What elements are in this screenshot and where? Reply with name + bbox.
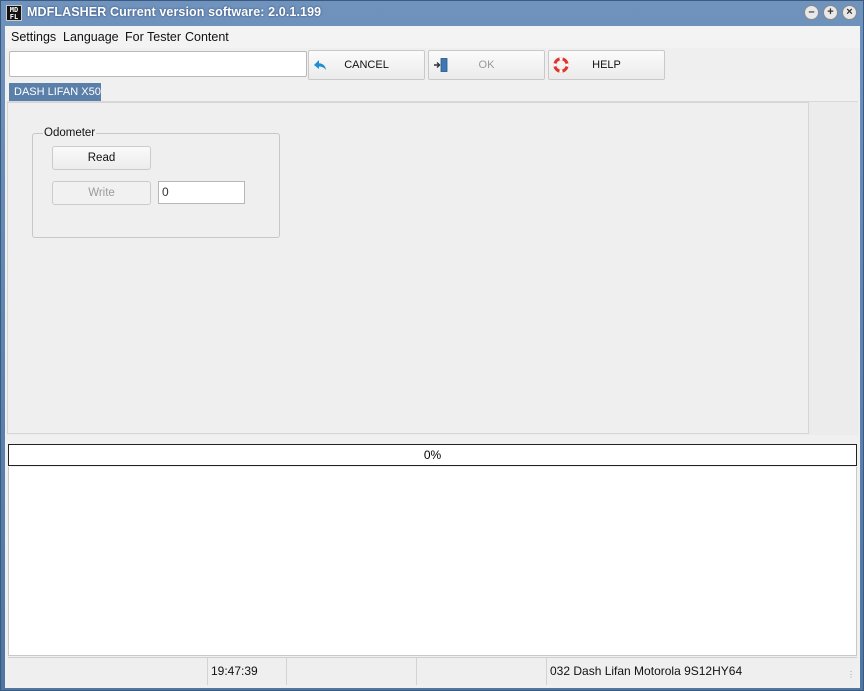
client-area: Settings Language For Tester Content CAN… (5, 26, 860, 688)
version-text: Current version software: 2.0.1.199 (109, 5, 322, 19)
tab-dash-lifan-x50[interactable]: DASH LIFAN X50 (9, 83, 101, 101)
toolbar: CANCEL OK HELP (5, 48, 860, 81)
ok-button[interactable]: OK (428, 50, 545, 80)
help-label: HELP (592, 59, 621, 71)
odometer-group: Odometer Read Write 0 (32, 127, 280, 238)
ok-label: OK (478, 59, 495, 71)
cancel-button[interactable]: CANCEL (308, 50, 425, 80)
help-button[interactable]: HELP (548, 50, 665, 80)
menu-settings[interactable]: Settings (11, 30, 56, 44)
close-button[interactable]: × (842, 5, 857, 20)
app-logo-icon[interactable]: MD FL (6, 5, 22, 21)
app-name: MDFLASHER (27, 5, 107, 19)
maximize-button[interactable]: + (823, 5, 838, 20)
cancel-label: CANCEL (344, 59, 389, 71)
status-bar: 19:47:39 032 Dash Lifan Motorola 9S12HY6… (8, 657, 857, 685)
resize-grip-icon[interactable]: ⋮ (845, 671, 855, 682)
read-button[interactable]: Read (52, 146, 151, 170)
progress-text: 0% (423, 448, 442, 462)
panel-content: Odometer Read Write 0 (7, 102, 809, 434)
minimize-button[interactable]: – (804, 5, 819, 20)
menu-content[interactable]: Content (185, 30, 229, 44)
menu-bar: Settings Language For Tester Content (5, 26, 860, 48)
device-selector[interactable] (9, 51, 307, 77)
odometer-value-input[interactable]: 0 (158, 181, 245, 204)
tab-panel: Odometer Read Write 0 (7, 101, 858, 435)
window-title: MDFLASHER Current version software: 2.0.… (27, 5, 321, 19)
log-output[interactable] (8, 467, 857, 656)
status-device: 032 Dash Lifan Motorola 9S12HY64 (550, 664, 743, 678)
menu-for-tester[interactable]: For Tester (125, 30, 181, 44)
progress-bar: 0% (8, 444, 857, 466)
app-window: MD FL MDFLASHER Current version software:… (0, 0, 864, 691)
menu-language[interactable]: Language (63, 30, 119, 44)
status-cell-4 (417, 658, 547, 685)
status-time: 19:47:39 (208, 658, 287, 685)
odometer-group-label: Odometer (43, 127, 97, 139)
status-cell-3 (287, 658, 417, 685)
write-button[interactable]: Write (52, 181, 151, 205)
status-cell-1 (8, 658, 208, 685)
title-bar[interactable]: MD FL MDFLASHER Current version software:… (1, 1, 863, 25)
